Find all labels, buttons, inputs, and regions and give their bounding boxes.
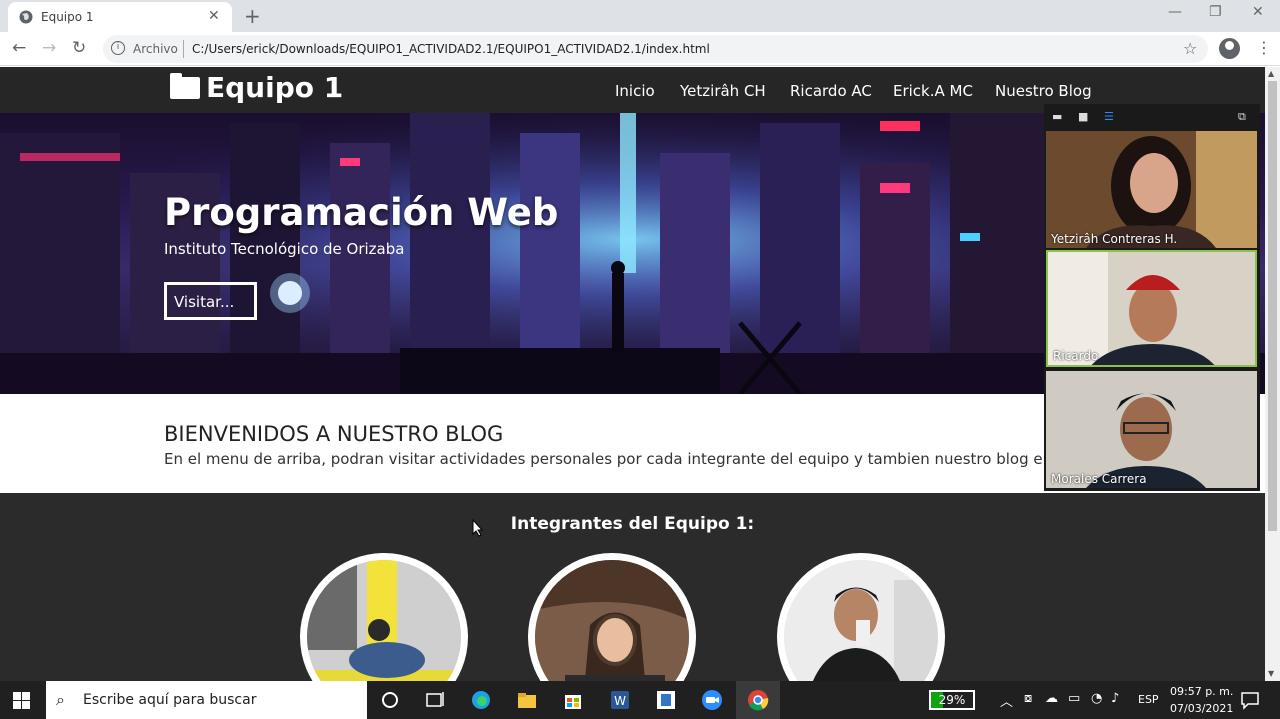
tab-strip: Equipo 1 ✕ + — ❐ ✕: [0, 0, 1280, 32]
clock-time[interactable]: 09:57 p. m.: [1170, 685, 1233, 698]
power-icon[interactable]: ▭: [1068, 691, 1080, 706]
member-photo-image: [307, 560, 461, 681]
tab-title: Equipo 1: [41, 10, 94, 24]
file-explorer-icon[interactable]: [516, 689, 538, 711]
page-scrollbar[interactable]: ▲ ▼: [1265, 67, 1280, 681]
menu-kebab-icon[interactable]: ⋮: [1256, 38, 1272, 57]
member-photo-1[interactable]: [300, 553, 468, 681]
forward-icon[interactable]: →: [42, 38, 56, 58]
video-call-panel: ▬ ■ ☰ ⧉ Yetzirâh Contreras H. Ricardo Mo…: [1044, 104, 1260, 491]
chrome-icon: [748, 690, 769, 711]
clock-date[interactable]: 07/03/2021: [1170, 702, 1233, 715]
globe-icon: [19, 10, 33, 24]
scroll-down-icon[interactable]: ▼: [1268, 669, 1274, 678]
nav-link-erick[interactable]: Erick.A MC: [893, 82, 973, 100]
close-window-icon[interactable]: ✕: [1252, 4, 1264, 20]
address-scheme-label: Archivo: [133, 42, 178, 56]
site-brand[interactable]: Equipo 1: [170, 71, 343, 104]
windows-taskbar: ⌕ Escribe aquí para buscar W 29% ︿ ⧇ ☁ ▭…: [0, 681, 1280, 719]
language-indicator[interactable]: ESP: [1138, 693, 1159, 706]
meet-now-icon[interactable]: ⧇: [1024, 691, 1032, 706]
reload-icon[interactable]: ↻: [72, 38, 86, 58]
member-photo-image: [535, 560, 689, 681]
wifi-icon[interactable]: ◔: [1091, 691, 1102, 706]
members-section: Integrantes del Equipo 1:: [0, 493, 1265, 681]
edge-icon[interactable]: [470, 689, 492, 711]
maximize-icon[interactable]: ❐: [1209, 4, 1222, 20]
folder-icon: [170, 73, 200, 99]
battery-indicator[interactable]: 29%: [929, 690, 975, 710]
member-photo-2[interactable]: [528, 553, 696, 681]
chrome-taskbar-active[interactable]: [736, 681, 780, 719]
video-tile-1[interactable]: Yetzirâh Contreras H.: [1046, 131, 1257, 248]
volume-icon[interactable]: ♪: [1111, 691, 1119, 706]
member-photo-3[interactable]: [777, 553, 945, 681]
bookmark-star-icon[interactable]: ☆: [1183, 39, 1197, 58]
show-hidden-icons-icon[interactable]: ︿: [1000, 691, 1013, 710]
gallery-view-icon[interactable]: ☰: [1104, 110, 1114, 123]
speaker-view-icon[interactable]: ■: [1078, 110, 1088, 123]
profile-avatar-icon[interactable]: [1219, 38, 1240, 59]
scrollbar-thumb[interactable]: [1268, 81, 1277, 531]
word-icon[interactable]: W: [609, 689, 631, 711]
onedrive-icon[interactable]: ☁: [1045, 691, 1058, 706]
nav-link-inicio[interactable]: Inicio: [615, 82, 655, 100]
taskbar-search-box[interactable]: ⌕ Escribe aquí para buscar: [46, 681, 367, 719]
new-tab-button[interactable]: +: [244, 4, 261, 28]
cortana-icon[interactable]: [379, 689, 401, 711]
video-tile-3[interactable]: Morales Carrera: [1046, 371, 1257, 488]
participant-name: Ricardo: [1053, 349, 1099, 363]
nav-link-blog[interactable]: Nuestro Blog: [995, 82, 1092, 100]
info-icon[interactable]: i: [111, 41, 125, 55]
hero-title: Programación Web: [164, 191, 559, 234]
store-icon[interactable]: [562, 689, 584, 711]
search-placeholder: Escribe aquí para buscar: [83, 692, 257, 708]
welcome-title: BIENVENIDOS A NUESTRO BLOG: [164, 422, 504, 446]
close-tab-icon[interactable]: ✕: [208, 8, 220, 24]
nav-link-yetzirah[interactable]: Yetzirâh CH: [680, 82, 766, 100]
participant-video-image: [1046, 131, 1257, 248]
url-text[interactable]: C:/Users/erick/Downloads/EQUIPO1_ACTIVID…: [192, 42, 710, 56]
address-bar[interactable]: i Archivo C:/Users/erick/Downloads/EQUIP…: [103, 35, 1208, 63]
search-icon: ⌕: [56, 690, 65, 709]
windows-start-icon[interactable]: [13, 692, 30, 709]
browser-tab[interactable]: Equipo 1 ✕: [8, 2, 232, 32]
brand-text: Equipo 1: [206, 71, 344, 104]
address-divider: [183, 40, 184, 58]
participant-name: Morales Carrera: [1051, 472, 1147, 486]
welcome-text: En el menu de arriba, podran visitar act…: [164, 450, 1123, 468]
back-icon[interactable]: ←: [12, 38, 26, 58]
nav-link-ricardo[interactable]: Ricardo AC: [790, 82, 872, 100]
notifications-icon[interactable]: [1239, 689, 1261, 711]
browser-toolbar: ← → ↻ i Archivo C:/Users/erick/Downloads…: [0, 32, 1280, 66]
app-icon[interactable]: [655, 689, 677, 711]
member-photo-image: [784, 560, 938, 681]
exit-mini-view-icon[interactable]: ⧉: [1238, 110, 1246, 124]
participant-video-image: [1046, 371, 1257, 488]
members-title: Integrantes del Equipo 1:: [510, 514, 755, 534]
svg-text:W: W: [614, 694, 626, 708]
visit-button[interactable]: Visitar...: [164, 282, 257, 320]
video-tile-2-active[interactable]: Ricardo: [1046, 250, 1257, 367]
hero-subtitle: Instituto Tecnológico de Orizaba: [164, 240, 405, 258]
minimize-video-icon[interactable]: ▬: [1052, 110, 1062, 123]
mouse-cursor-icon: [472, 519, 484, 537]
scroll-up-icon[interactable]: ▲: [1268, 69, 1274, 78]
minimize-icon[interactable]: —: [1168, 4, 1182, 20]
zoom-icon[interactable]: [701, 689, 723, 711]
participant-name: Yetzirâh Contreras H.: [1051, 232, 1178, 246]
task-view-icon[interactable]: [424, 689, 446, 711]
